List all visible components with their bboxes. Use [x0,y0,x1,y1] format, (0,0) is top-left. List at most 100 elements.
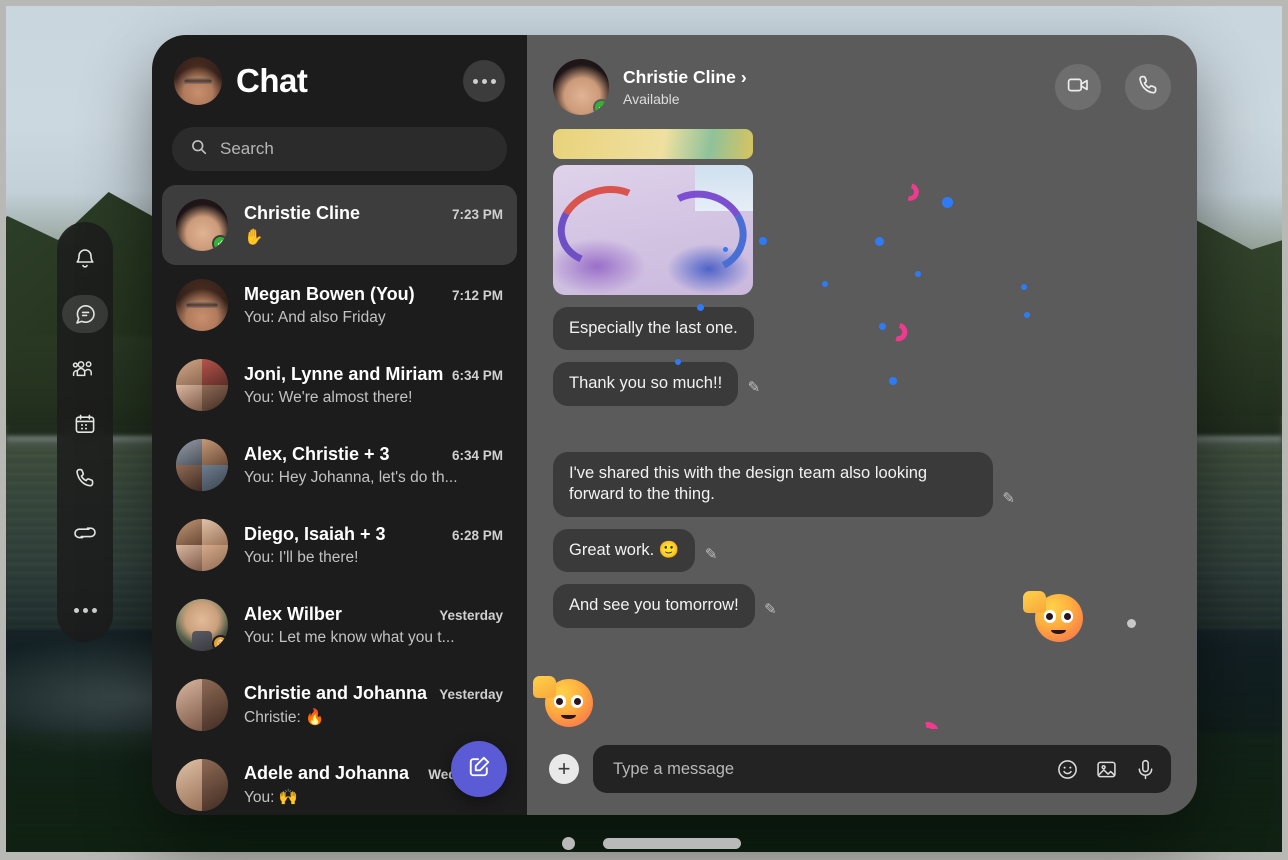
chevron-right-icon: › [740,67,747,87]
chat-item-time: 7:23 PM [451,207,503,222]
message-text: And see you tomorrow! [569,596,739,615]
search-box[interactable] [172,127,507,171]
calendar-icon [73,412,97,436]
avatar [176,279,228,331]
message-bubble[interactable]: Great work. 🙂 ✎ [553,528,717,573]
edit-pencil-icon[interactable]: ✎ [748,378,761,398]
message-list[interactable]: Especially the last one. Thank you so mu… [527,129,1197,729]
search-input[interactable] [220,139,489,159]
chat-list-item-christie-johanna[interactable]: Christie and Johanna Yesterday Christie:… [162,665,517,745]
chat-list-item-alex-christie[interactable]: Alex, Christie + 3 6:34 PM You: Hey Joha… [162,425,517,505]
group-avatar [176,759,228,811]
chat-list[interactable]: ✓ Christie Cline 7:23 PM ✋ Megan Bowen (… [152,181,527,815]
message-bubble[interactable]: I've shared this with the design team al… [553,451,1015,517]
eye-right [570,695,584,708]
rail-item-teams[interactable] [62,350,108,388]
user-avatar[interactable] [174,57,222,105]
people-icon [72,357,98,381]
chat-list-item-diego-isaiah[interactable]: Diego, Isaiah + 3 6:28 PM You: I'll be t… [162,505,517,585]
message-row: Thank you so much!! ✎ [553,350,1171,406]
edit-pencil-icon[interactable]: ✎ [1002,489,1015,509]
avatar: ⏱ [176,599,228,651]
chat-item-name: Christie and Johanna [244,683,428,703]
rail-item-chat[interactable] [62,294,108,333]
window-handle-dot[interactable] [562,837,575,850]
waving-hand [1023,591,1046,614]
chat-item-preview: You: Hey Johanna, let's do th... [244,468,458,486]
rail-item-files[interactable] [62,514,108,552]
emoji-icon[interactable] [1056,758,1079,781]
message-bubble[interactable]: Especially the last one. [553,307,754,351]
chat-item-time: Yesterday [439,607,503,623]
chat-item-name: Alex, Christie + 3 [244,443,390,464]
chat-item-preview: Christie: 🔥 [244,709,325,726]
rail-item-more[interactable] [62,591,108,629]
contact-status: Available [623,91,680,107]
confetti-dot [759,237,767,245]
confetti-dot [1024,312,1030,318]
compose-new-chat-button[interactable] [451,741,507,797]
chat-list-item-megan-bowen[interactable]: Megan Bowen (You) 7:12 PM You: And also … [162,265,517,345]
rail-item-calls[interactable] [62,459,108,497]
more-horizontal-icon [73,607,97,613]
sidebar-header: Chat [152,35,527,111]
message-text: Thank you so much!! [569,374,723,393]
search-area [152,111,527,181]
add-attachment-button[interactable]: + [549,754,579,784]
rail-item-activity[interactable] [62,240,108,278]
message-row: I've shared this with the design team al… [553,440,1171,517]
edit-pencil-icon[interactable]: ✎ [764,600,777,620]
audio-call-button[interactable] [1125,64,1171,110]
message-composer: + [527,729,1197,815]
presence-badge-away: ⏱ [212,635,228,651]
motion-streak [912,717,944,729]
chat-item-preview: You: Let me know what you t... [244,628,455,646]
message-text: Great work. 🙂 [569,540,680,559]
sidebar: Chat ✓ [152,35,527,815]
avatar: ✓ [176,199,228,251]
compose-icon [467,754,492,784]
chat-app-window: Chat ✓ [152,35,1197,815]
message-image-attachment[interactable] [553,129,1171,295]
chat-list-item-joni-lynne-miriam[interactable]: Joni, Lynne and Miriam 6:34 PM You: We'r… [162,345,517,425]
eye-right [1060,610,1074,623]
chat-item-name: Joni, Lynne and Miriam [244,363,444,384]
confetti-dot [879,323,886,330]
eye-left [553,695,567,708]
microphone-icon[interactable] [1134,758,1157,781]
window-handle-bar[interactable] [562,837,741,850]
window-resize-bar[interactable] [603,838,741,849]
phone-icon [73,466,97,490]
sidebar-more-button[interactable] [463,60,505,102]
chat-item-body: Diego, Isaiah + 3 6:28 PM You: I'll be t… [244,524,503,567]
video-call-button[interactable] [1055,64,1101,110]
waving-hand [533,676,556,699]
chat-list-item-christie-cline[interactable]: ✓ Christie Cline 7:23 PM ✋ [162,185,517,265]
attachment-wave-left [553,174,663,278]
presence-badge-available: ✓ [212,235,228,251]
edit-pencil-icon[interactable]: ✎ [705,545,718,565]
confetti-dot [723,247,728,252]
group-avatar [176,679,228,731]
mouth [561,712,576,720]
contact-info: Christie Cline › Available [623,67,1041,107]
chat-item-time: Yesterday [439,687,503,702]
message-input-box[interactable] [593,745,1171,793]
attachment-image [553,165,753,295]
chat-item-name: Megan Bowen (You) [244,283,415,304]
contact-name-button[interactable]: Christie Cline › [623,67,1041,88]
wave-reaction [1023,591,1083,642]
message-row: Especially the last one. [553,295,1171,351]
message-text: I've shared this with the design team al… [569,463,928,504]
chat-item-body: Alex, Christie + 3 6:34 PM You: Hey Joha… [244,444,503,487]
message-bubble[interactable]: And see you tomorrow! ✎ [553,584,777,628]
more-horizontal-icon [472,78,496,84]
conversation-pane: ✓ Christie Cline › Available Especially … [527,35,1197,815]
contact-avatar[interactable]: ✓ [553,59,609,115]
chat-list-item-alex-wilber[interactable]: ⏱ Alex Wilber Yesterday You: Let me know… [162,585,517,665]
image-icon[interactable] [1095,758,1118,781]
wave-reaction [533,676,593,727]
rail-item-calendar[interactable] [62,405,108,443]
message-bubble[interactable]: Thank you so much!! ✎ [553,362,760,406]
message-input[interactable] [613,759,1040,779]
